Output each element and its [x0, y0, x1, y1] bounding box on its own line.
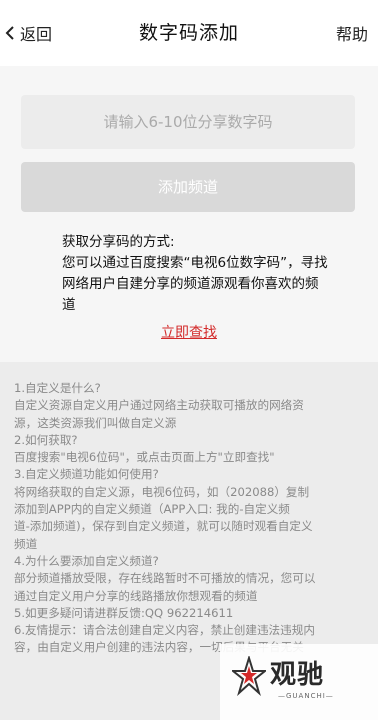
faq-line: 将网络获取的自定义源，电视6位码，如（202088）复制 — [14, 484, 310, 499]
faq-line: 自定义资源自定义用户通过网络主动获取可播放的网络资 — [14, 398, 304, 413]
faq-line: 5.如更多疑问请进群反馈:QQ 962214611 — [14, 605, 234, 620]
watermark-logo: 观驰 —GUANCHI— — [220, 644, 378, 720]
faq-line: 2.如何获取? — [14, 432, 78, 447]
faq-line: 百度搜索"电视6位码"，或点击页面上方"立即查找" — [14, 450, 275, 465]
faq-line: 源，这类资源我们叫做自定义源 — [14, 415, 177, 430]
faq-line: 通过自定义用户分享的线路播放你想观看的频道 — [14, 588, 258, 603]
faq-line: 部分频道播放受限，存在线路暂时不可播放的情况，您可以 — [14, 571, 316, 586]
how-text-line: 您可以通过百度搜索“电视6位数字码”，寻找 — [62, 255, 328, 271]
faq-line: 3.自定义频道功能如何使用? — [14, 467, 159, 482]
faq-line: 道-添加频道)，保存到自定义频道，就可以随时观看自定义 — [14, 519, 313, 534]
how-to-get-section: 获取分享码的方式: 您可以通过百度搜索“电视6位数字码”，寻找 网络用户自建分享… — [62, 232, 342, 316]
star-logo-icon — [232, 656, 266, 696]
how-text-line: 道 — [62, 297, 76, 313]
faq-line: 添加到APP内的自定义频道（APP入口: 我的-自定义频 — [14, 502, 290, 517]
add-channel-button[interactable]: 添加频道 — [21, 162, 355, 212]
faq-text: 1.自定义是什么? 自定义资源自定义用户通过网络主动获取可播放的网络资 源，这类… — [14, 380, 370, 657]
faq-line: 6.友情提示：请合法创建自定义内容，禁止创建违法违规内 — [14, 623, 315, 638]
find-now-link[interactable]: 立即查找 — [161, 325, 217, 341]
watermark-name: 观驰 — [270, 660, 325, 690]
find-now-wrapper: 立即查找 — [0, 322, 378, 342]
help-button[interactable]: 帮助 — [336, 21, 368, 45]
page-title: 数字码添加 — [138, 22, 239, 44]
faq-line: 4.为什么要添加自定义频道? — [14, 553, 159, 568]
top-bar: 返回 数字码添加 帮助 — [0, 0, 378, 66]
share-code-input[interactable] — [21, 95, 355, 149]
how-text-line: 网络用户自建分享的频道源观看你喜欢的频 — [62, 276, 319, 292]
how-heading: 获取分享码的方式: — [62, 234, 175, 250]
faq-line: 频道 — [14, 536, 38, 551]
faq-line: 1.自定义是什么? — [14, 381, 101, 395]
watermark-subtitle: —GUANCHI— — [278, 692, 334, 700]
